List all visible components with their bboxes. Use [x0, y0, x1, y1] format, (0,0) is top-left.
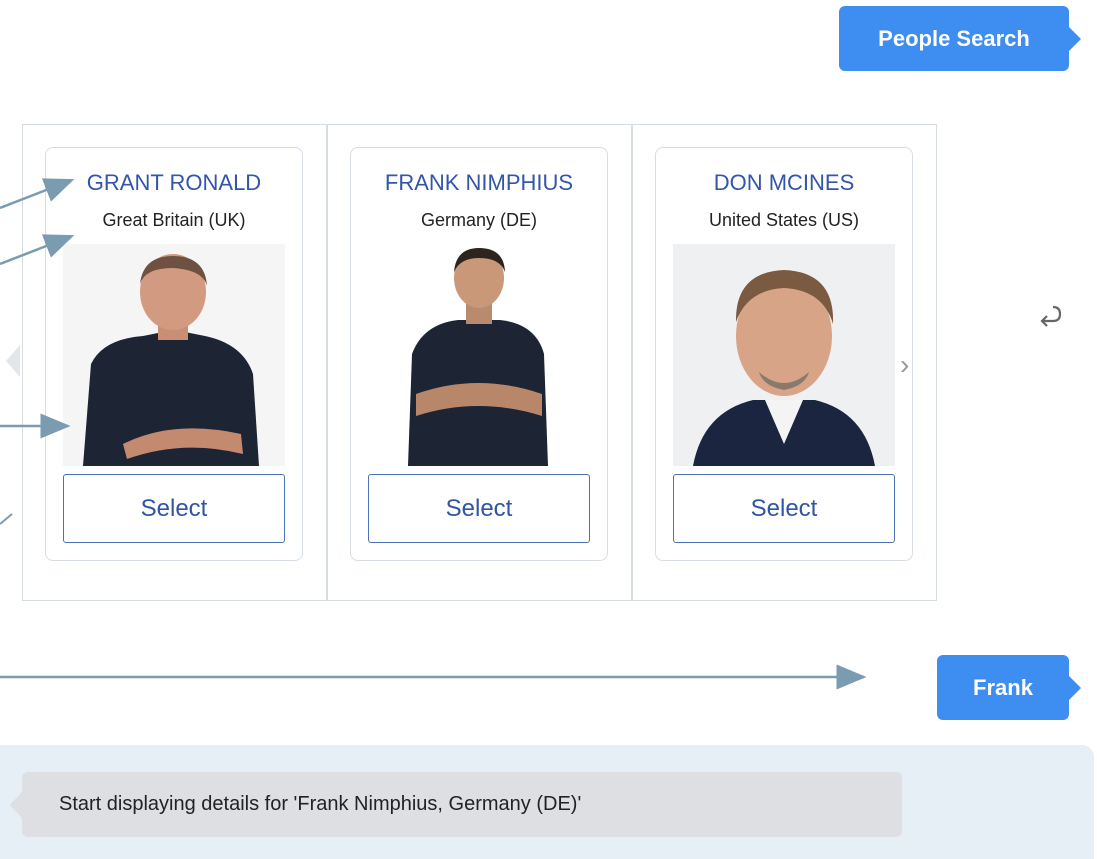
carousel-slot: FRANK NIMPHIUS Germany (DE) Select — [328, 125, 633, 600]
person-name: GRANT RONALD — [86, 170, 262, 195]
reload-icon[interactable] — [1034, 301, 1064, 331]
select-button[interactable]: Select — [368, 474, 590, 543]
person-name: DON MCINES — [713, 170, 855, 195]
bot-message-bubble: Start displaying details for 'Frank Nimp… — [22, 772, 902, 837]
person-country: United States (US) — [708, 210, 860, 230]
chevron-right-icon[interactable]: › — [900, 351, 909, 379]
carousel-slot: GRANT RONALD Great Britain (UK) Select — [23, 125, 328, 600]
bot-response-panel: Start displaying details for 'Frank Nimp… — [0, 745, 1094, 859]
people-carousel: GRANT RONALD Great Britain (UK) Select F… — [22, 124, 937, 601]
person-country: Germany (DE) — [420, 210, 537, 230]
annotation-arrow-select — [0, 513, 13, 525]
carousel-slot: DON MCINES United States (US) Select — [633, 125, 936, 600]
person-country: Great Britain (UK) — [102, 210, 246, 230]
chevron-left-icon[interactable] — [6, 345, 20, 377]
person-photo-image — [63, 244, 285, 466]
bot-message-text: Start displaying details for 'Frank Nimp… — [59, 793, 582, 815]
person-photo — [63, 244, 285, 466]
select-button[interactable]: Select — [63, 474, 285, 543]
person-photo — [673, 244, 895, 466]
person-card: FRANK NIMPHIUS Germany (DE) Select — [350, 147, 608, 561]
person-photo — [368, 244, 590, 466]
frank-user-message: Frank — [937, 655, 1069, 720]
person-photo-image — [368, 244, 590, 466]
person-card: DON MCINES United States (US) Select — [655, 147, 913, 561]
person-name: FRANK NIMPHIUS — [384, 170, 574, 195]
person-card: GRANT RONALD Great Britain (UK) Select — [45, 147, 303, 561]
select-button[interactable]: Select — [673, 474, 895, 543]
people-search-user-message: People Search — [839, 6, 1069, 71]
frank-message-text: Frank — [973, 674, 1033, 700]
people-search-text: People Search — [878, 25, 1030, 51]
person-photo-image — [673, 244, 895, 466]
